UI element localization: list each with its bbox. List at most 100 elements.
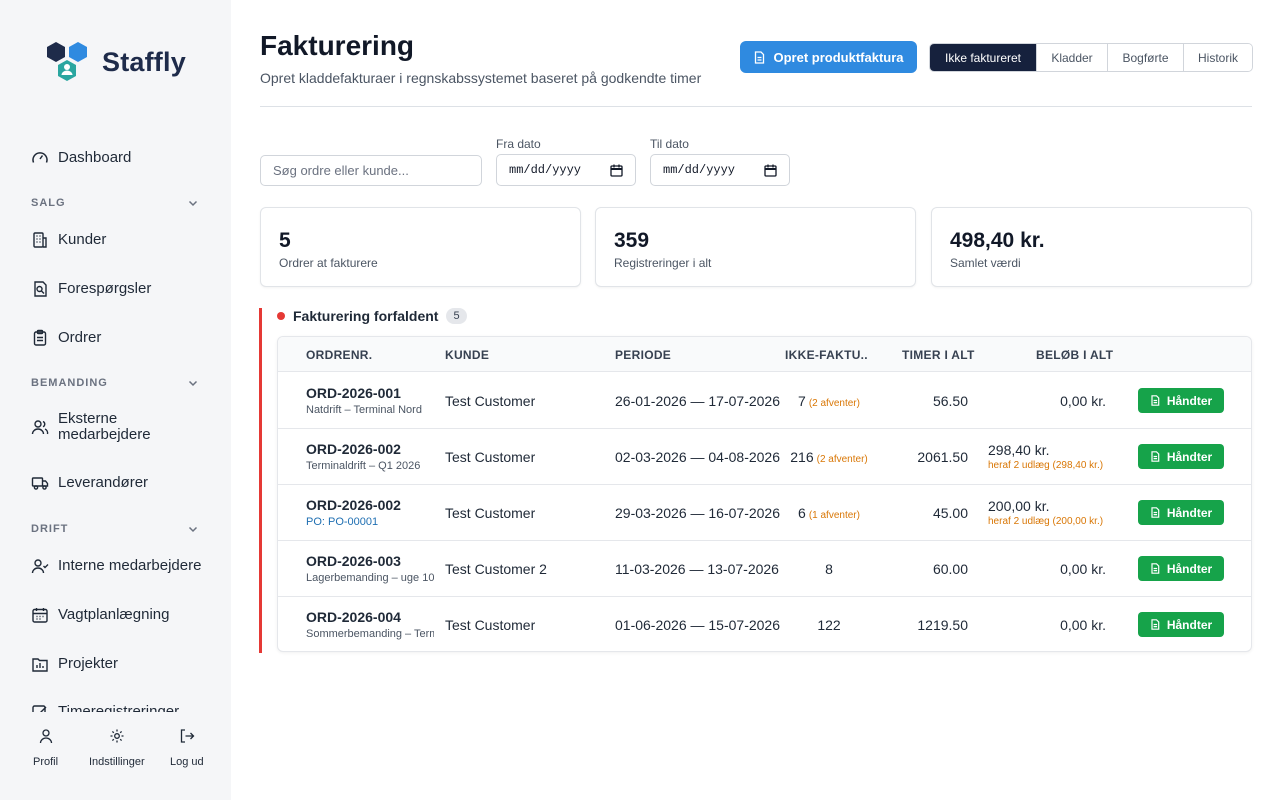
table-row[interactable]: ORD-2026-002 Terminaldrift – Q1 2026 Tes… <box>278 429 1251 485</box>
create-product-invoice-button[interactable]: Opret produktfaktura <box>740 41 917 73</box>
table-row[interactable]: ORD-2026-001 Natdrift – Terminal Nord Te… <box>278 373 1251 429</box>
settings-button[interactable]: Indstillinger <box>89 728 145 768</box>
column-header-amount[interactable]: BELØB I ALT <box>1036 348 1113 362</box>
staffly-logo-icon <box>47 42 87 81</box>
table-row[interactable]: ORD-2026-003 Lagerbemanding – uge 10 Tes… <box>278 541 1251 597</box>
group-header: Fakturering forfaldent 5 <box>277 308 467 324</box>
section-bemanding[interactable]: BEMANDING <box>31 377 199 389</box>
from-date-input[interactable]: mm/dd/yyyy <box>496 154 636 186</box>
unbilled-value: 216 <box>790 449 814 465</box>
header-divider <box>260 106 1252 107</box>
sidebar-item-vagtplanlaegning[interactable]: Vagtplanlægning <box>31 606 169 624</box>
sidebar-item-interne-medarbejdere[interactable]: Interne medarbejdere <box>31 557 201 575</box>
user-icon <box>39 729 52 744</box>
total-hours: 60.00 <box>932 561 968 577</box>
expense-note: heraf 2 udlæg (200,00 kr.) <box>988 516 1104 527</box>
stat-value: 5 <box>279 229 291 252</box>
inquiry-icon <box>31 280 49 298</box>
stat-value: 359 <box>614 229 650 252</box>
section-drift[interactable]: DRIFT <box>31 523 199 535</box>
section-title: SALG <box>31 197 66 209</box>
to-date-input[interactable]: mm/dd/yyyy <box>650 154 790 186</box>
sidebar-nav: Staffly Dashboard SALG Kunder Forespørgs… <box>0 0 231 712</box>
logout-icon <box>180 729 195 743</box>
period: 29-03-2026 — 16-07-2026 <box>615 505 781 521</box>
calendar-icon[interactable] <box>610 164 623 177</box>
tab-ikke-faktureret[interactable]: Ikke faktureret <box>930 44 1036 71</box>
pending-note: (2 afventer) <box>808 398 860 409</box>
handle-button[interactable]: Håndter <box>1138 444 1224 469</box>
stat-card-orders: 5 Ordrer at fakturere <box>260 207 581 287</box>
handle-button[interactable]: Håndter <box>1138 388 1224 413</box>
handle-label: Håndter <box>1166 561 1213 576</box>
sidebar-item-label: Forespørgsler <box>58 280 152 297</box>
gear-icon <box>110 729 124 743</box>
customer-name: Test Customer <box>445 505 536 521</box>
handle-button[interactable]: Håndter <box>1138 500 1224 525</box>
column-header-customer[interactable]: KUNDE <box>445 348 489 362</box>
create-product-invoice-label: Opret produktfaktura <box>773 49 904 65</box>
unbilled-count: 6 (1 afventer) <box>778 505 880 521</box>
calendar-icon[interactable] <box>764 164 777 177</box>
sidebar-item-timeregistreringer[interactable]: Timeregistreringer <box>31 703 179 712</box>
unbilled-count: 122 <box>778 617 880 633</box>
handle-button[interactable]: Håndter <box>1138 612 1224 637</box>
order-number[interactable]: ORD-2026-001 <box>306 385 401 401</box>
stat-card-registrations: 359 Registreringer i alt <box>595 207 916 287</box>
document-icon <box>1151 619 1160 630</box>
table-row[interactable]: ORD-2026-004 Sommerbemanding – Terminal … <box>278 597 1251 651</box>
unbilled-value: 122 <box>817 617 841 633</box>
settings-label: Indstillinger <box>89 756 145 768</box>
sidebar-item-ordrer[interactable]: Ordrer <box>31 329 101 347</box>
building-icon <box>31 231 49 249</box>
column-header-unbilled[interactable]: IKKE-FAKTU... <box>785 348 868 362</box>
sidebar-item-dashboard[interactable]: Dashboard <box>31 149 131 167</box>
sidebar-item-forespoergsler[interactable]: Forespørgsler <box>31 280 151 298</box>
order-number[interactable]: ORD-2026-002 <box>306 441 401 457</box>
unbilled-count: 7 (2 afventer) <box>778 393 880 409</box>
order-number[interactable]: ORD-2026-002 <box>306 497 401 513</box>
clipboard-icon <box>31 329 49 347</box>
order-subtitle: Natdrift – Terminal Nord <box>306 404 422 416</box>
table-row[interactable]: ORD-2026-002 PO: PO-00001 Test Customer … <box>278 485 1251 541</box>
sidebar-item-kunder[interactable]: Kunder <box>31 231 106 249</box>
logout-button[interactable]: Log ud <box>170 728 204 768</box>
column-header-order[interactable]: ORDRENR. <box>306 348 372 362</box>
total-amount: 0,00 kr. <box>1060 393 1106 409</box>
customer-name: Test Customer 2 <box>445 561 547 577</box>
period: 26-01-2026 — 17-07-2026 <box>615 393 781 409</box>
tab-kladder[interactable]: Kladder <box>1036 44 1107 71</box>
sidebar-item-leverandoerer[interactable]: Leverandører <box>31 474 148 492</box>
sidebar-footer: Profil Indstillinger Log ud <box>0 712 231 800</box>
unbilled-count: 8 <box>778 561 880 577</box>
handle-label: Håndter <box>1166 449 1213 464</box>
tab-historik[interactable]: Historik <box>1183 44 1252 71</box>
order-number[interactable]: ORD-2026-003 <box>306 553 401 569</box>
column-header-hours[interactable]: TIMER I ALT <box>902 348 975 362</box>
order-number[interactable]: ORD-2026-004 <box>306 609 401 625</box>
calendar-icon <box>31 606 49 624</box>
section-salg[interactable]: SALG <box>31 197 199 209</box>
sidebar-item-eksterne-medarbejdere[interactable]: Eksterne medarbejdere <box>31 411 181 443</box>
period: 01-06-2026 — 15-07-2026 <box>615 617 781 633</box>
date-placeholder: mm/dd/yyyy <box>663 163 736 177</box>
profile-button[interactable]: Profil <box>33 728 58 768</box>
tab-bogfoerte[interactable]: Bogførte <box>1107 44 1183 71</box>
brand-name: Staffly <box>102 46 186 77</box>
column-header-period[interactable]: PERIODE <box>615 348 671 362</box>
document-icon <box>1151 451 1160 462</box>
order-subtitle: Lagerbemanding – uge 10 <box>306 572 434 584</box>
customer-name: Test Customer <box>445 449 536 465</box>
logo[interactable]: Staffly <box>46 40 186 84</box>
invoice-table: ORDRENR. KUNDE PERIODE IKKE-FAKTU... TIM… <box>277 336 1252 652</box>
search-input[interactable] <box>260 155 482 186</box>
handle-label: Håndter <box>1166 505 1213 520</box>
po-link[interactable]: PO: PO-00001 <box>306 516 434 528</box>
handle-button[interactable]: Håndter <box>1138 556 1224 581</box>
unbilled-count: 216 (2 afventer) <box>778 449 880 465</box>
chevron-down-icon <box>188 526 198 533</box>
unbilled-value: 7 <box>798 393 806 409</box>
sidebar-item-projekter[interactable]: Projekter <box>31 655 118 673</box>
period: 02-03-2026 — 04-08-2026 <box>615 449 781 465</box>
customer-name: Test Customer <box>445 617 536 633</box>
